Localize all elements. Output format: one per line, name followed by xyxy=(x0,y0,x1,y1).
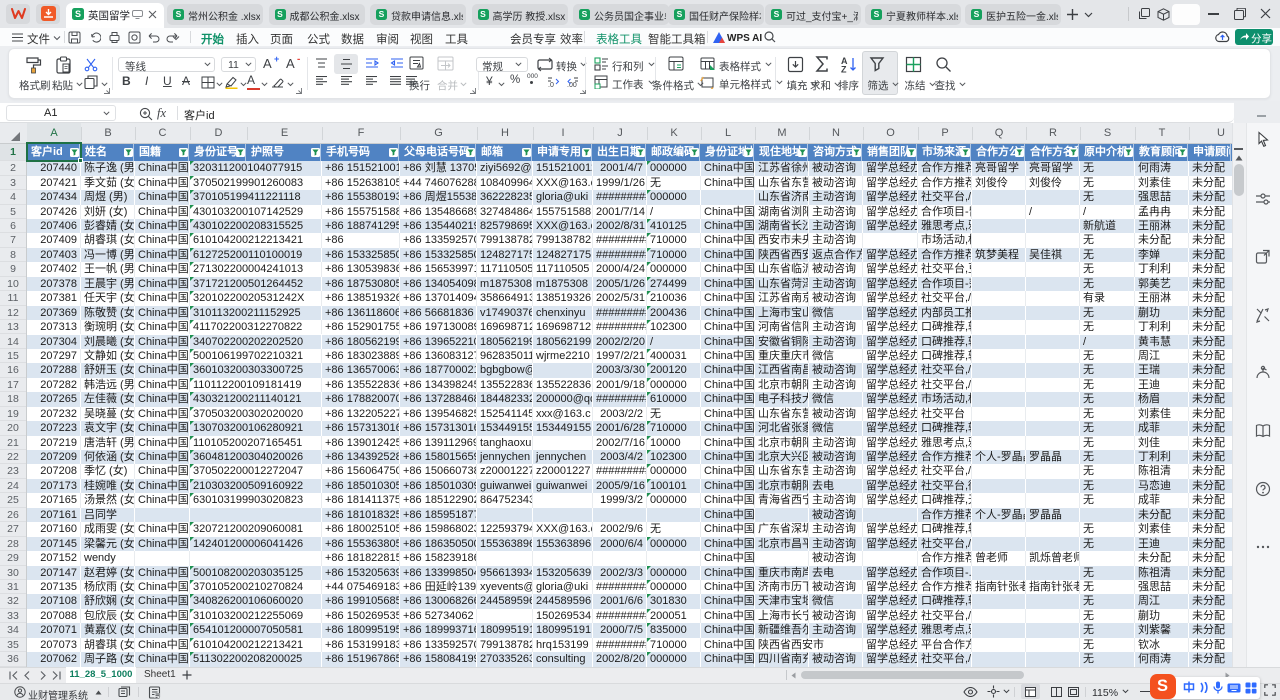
svg-text:.0: .0 xyxy=(548,82,554,88)
svg-text:.00: .00 xyxy=(567,82,577,88)
svg-text:Z: Z xyxy=(841,65,847,74)
